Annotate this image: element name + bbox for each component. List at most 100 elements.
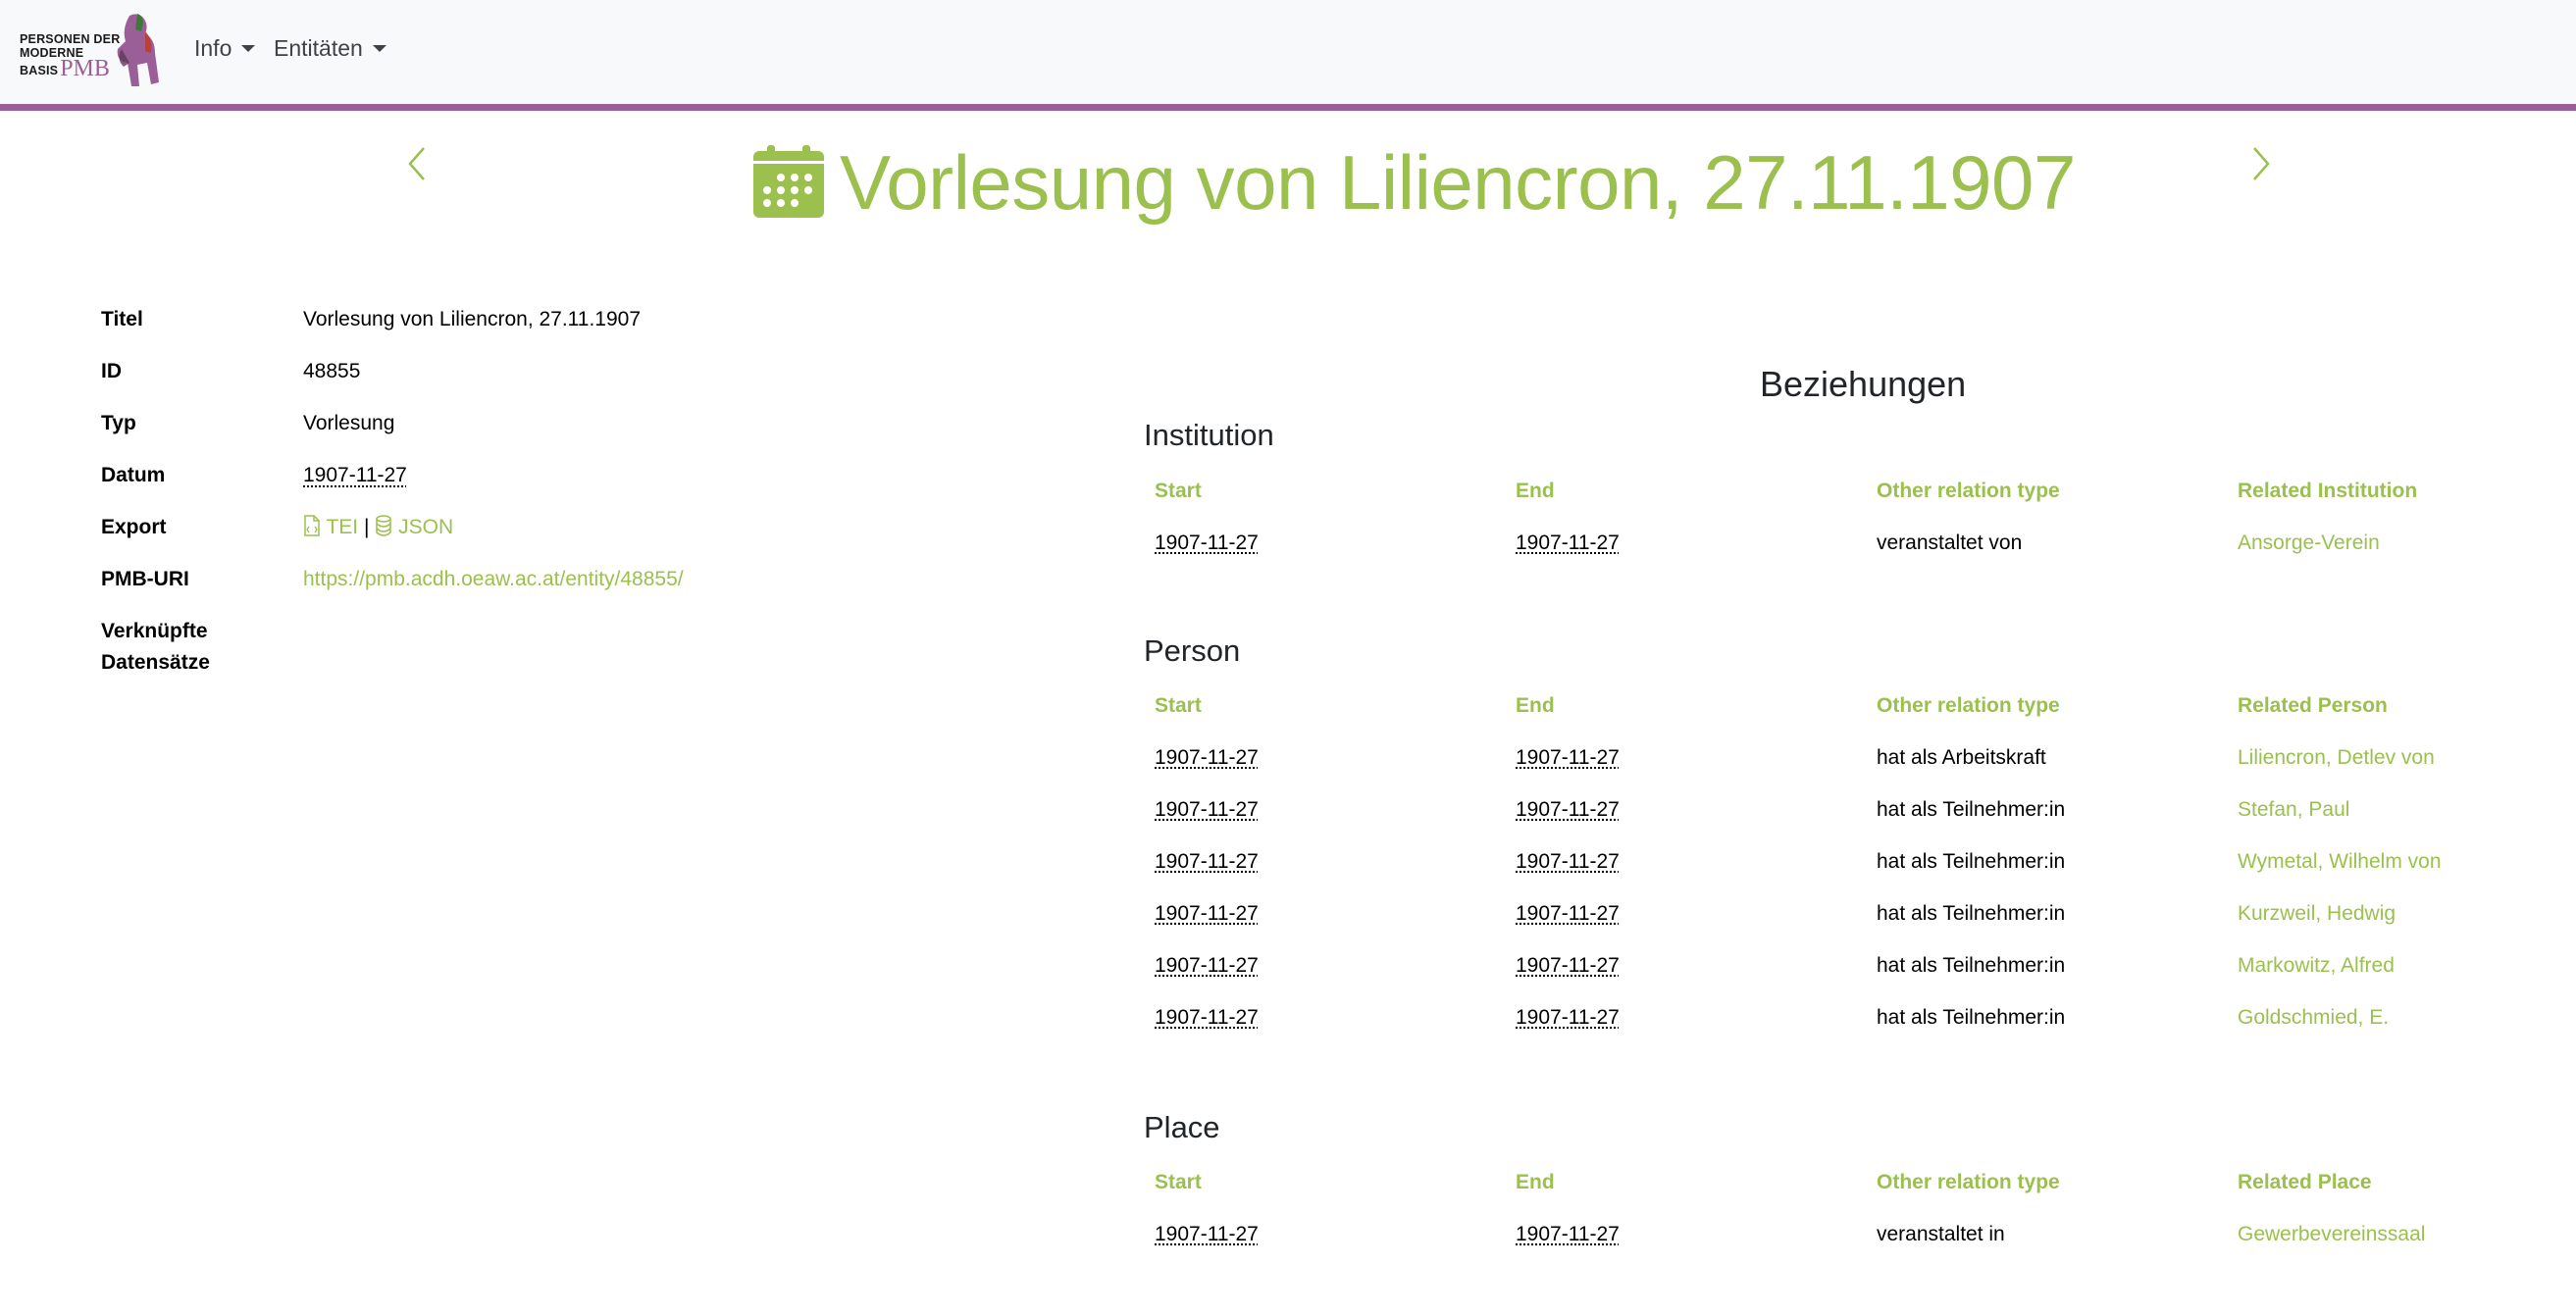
table-cell: Markowitz, Alfred [2227,939,2576,991]
column-header[interactable]: Other relation type [1866,680,2227,732]
property-label: Datum [101,464,166,486]
start-date: 1907-11-27 [1155,531,1259,554]
section-title-place: Place [1144,1110,1220,1144]
relations-heading: Beziehungen [1760,364,1967,404]
table-cell: 1907-11-27 [1505,1208,1866,1260]
table-header-row: Start End Other relation type Related Perso… [1144,680,2576,732]
end-date: 1907-11-27 [1516,901,1620,925]
relations-table-person: Start End Other relation type Related Perso… [1144,680,2576,1043]
property-label: ID [101,360,122,382]
column-header[interactable]: Start [1144,1156,1505,1208]
property-value-typ: Vorlesung [303,412,395,434]
related-entity-link[interactable]: Wymetal, Wilhelm von [2238,850,2442,873]
relation-type: hat als Teilnehmer:in [1877,1005,2066,1029]
property-label: Titel [101,308,143,330]
column-header[interactable]: Start [1144,465,1505,517]
start-date: 1907-11-27 [1155,901,1259,925]
section-title-institution: Institution [1144,418,1274,452]
table-cell: 1907-11-27 [1505,784,1866,835]
relation-type: hat als Teilnehmer:in [1877,797,2066,821]
property-value-id: 48855 [303,360,361,382]
table-cell: veranstaltet in [1866,1208,2227,1260]
pmb-uri-link[interactable]: https://pmb.acdh.oeaw.ac.at/entity/48855… [303,568,684,590]
column-header[interactable]: End [1505,680,1866,732]
column-header[interactable]: End [1505,465,1866,517]
related-entity-link[interactable]: Liliencron, Detlev von [2238,746,2435,769]
table-row: 1907-11-27 1907-11-27 hat als Teilnehmer:i… [1144,784,2576,835]
brand-logo[interactable]: PERSONEN DER MODERNE BASIS PMB [18,12,163,90]
chevron-right-icon[interactable] [2241,144,2280,183]
export-json-label: JSON [398,516,454,538]
related-entity-link[interactable]: Kurzweil, Hedwig [2238,902,2396,925]
property-label: Typ [101,412,136,434]
start-date: 1907-11-27 [1155,849,1259,873]
property-row-uri: PMB-URI https://pmb.acdh.oeaw.ac.at/enti… [88,564,1069,616]
relations-table-institution: Start End Other relation type Related Insti… [1144,465,2576,569]
table-cell: Liliencron, Detlev von [2227,732,2576,784]
column-header[interactable]: Start [1144,680,1505,732]
chevron-left-icon[interactable] [398,144,438,183]
table-row: 1907-11-27 1907-11-27 veranstaltet von Anso… [1144,517,2576,569]
page-title: Vorlesung von Liliencron, 27.11.1907 [840,139,2076,226]
table-cell: Goldschmied, E. [2227,991,2576,1043]
table-header-row: Start End Other relation type Related Place [1144,1156,2576,1208]
property-value-linked [290,616,1069,679]
relation-type: veranstaltet in [1877,1222,2005,1245]
database-icon [376,515,392,536]
property-row-datum: Datum 1907-11-27 [88,460,1069,512]
property-value-datum: 1907-11-27 [303,464,407,486]
table-cell: 1907-11-27 [1505,887,1866,939]
relation-type: hat als Teilnehmer:in [1877,901,2066,925]
table-cell: hat als Teilnehmer:in [1866,939,2227,991]
section-title-person: Person [1144,633,1241,668]
table-cell: 1907-11-27 [1505,732,1866,784]
table-header-row: Start End Other relation type Related Insti… [1144,465,2576,517]
table-cell: 1907-11-27 [1505,835,1866,887]
table-cell: hat als Teilnehmer:in [1866,887,2227,939]
brand-line-3: BASIS [20,64,59,77]
caret-down-icon [372,45,386,52]
table-cell: 1907-11-27 [1505,517,1866,569]
table-cell: Stefan, Paul [2227,784,2576,835]
end-date: 1907-11-27 [1516,1222,1620,1245]
export-tei-link[interactable]: TEI [303,515,364,538]
end-date: 1907-11-27 [1516,531,1620,554]
related-entity-link[interactable]: Goldschmied, E. [2238,1006,2389,1029]
column-header[interactable]: Related Person [2227,680,2576,732]
navbar: PERSONEN DER MODERNE BASIS PMB Info Entit… [0,0,2576,111]
property-row-titel: Titel Vorlesung von Liliencron, 27.11.19… [88,304,1069,356]
table-cell: veranstaltet von [1866,517,2227,569]
column-header[interactable]: Related Place [2227,1156,2576,1208]
nav-entities-dropdown[interactable]: Entitäten [274,35,386,62]
related-entity-link[interactable]: Stefan, Paul [2238,798,2349,821]
related-entity-link[interactable]: Gewerbevereinssaal [2238,1223,2425,1245]
relations-table-place: Start End Other relation type Related Place… [1144,1156,2576,1260]
table-cell: 1907-11-27 [1144,517,1505,569]
column-header[interactable]: Other relation type [1866,465,2227,517]
table-cell: hat als Teilnehmer:in [1866,784,2227,835]
property-label: Verknüpfte Datensätze [88,616,290,679]
related-entity-link[interactable]: Markowitz, Alfred [2238,954,2395,977]
table-cell: 1907-11-27 [1144,732,1505,784]
export-json-link[interactable]: JSON [375,515,454,538]
end-date: 1907-11-27 [1516,849,1620,873]
table-cell: 1907-11-27 [1144,887,1505,939]
nav-info-dropdown[interactable]: Info [194,35,256,62]
column-header[interactable]: End [1505,1156,1866,1208]
table-cell: hat als Arbeitskraft [1866,732,2227,784]
export-tei-label: TEI [326,516,359,538]
table-row: 1907-11-27 1907-11-27 hat als Teilnehmer:i… [1144,887,2576,939]
related-entity-link[interactable]: Ansorge-Verein [2238,531,2380,554]
file-code-icon [304,515,320,536]
property-row-linked: Verknüpfte Datensätze [88,616,1069,679]
end-date: 1907-11-27 [1516,1005,1620,1029]
property-row-typ: Typ Vorlesung [88,408,1069,460]
column-header[interactable]: Related Institution [2227,465,2576,517]
table-row: 1907-11-27 1907-11-27 hat als Teilnehmer:i… [1144,991,2576,1043]
table-cell: 1907-11-27 [1144,991,1505,1043]
start-date: 1907-11-27 [1155,953,1259,977]
table-cell: Ansorge-Verein [2227,517,2576,569]
start-date: 1907-11-27 [1155,797,1259,821]
nav-entities-label: Entitäten [274,35,363,61]
column-header[interactable]: Other relation type [1866,1156,2227,1208]
